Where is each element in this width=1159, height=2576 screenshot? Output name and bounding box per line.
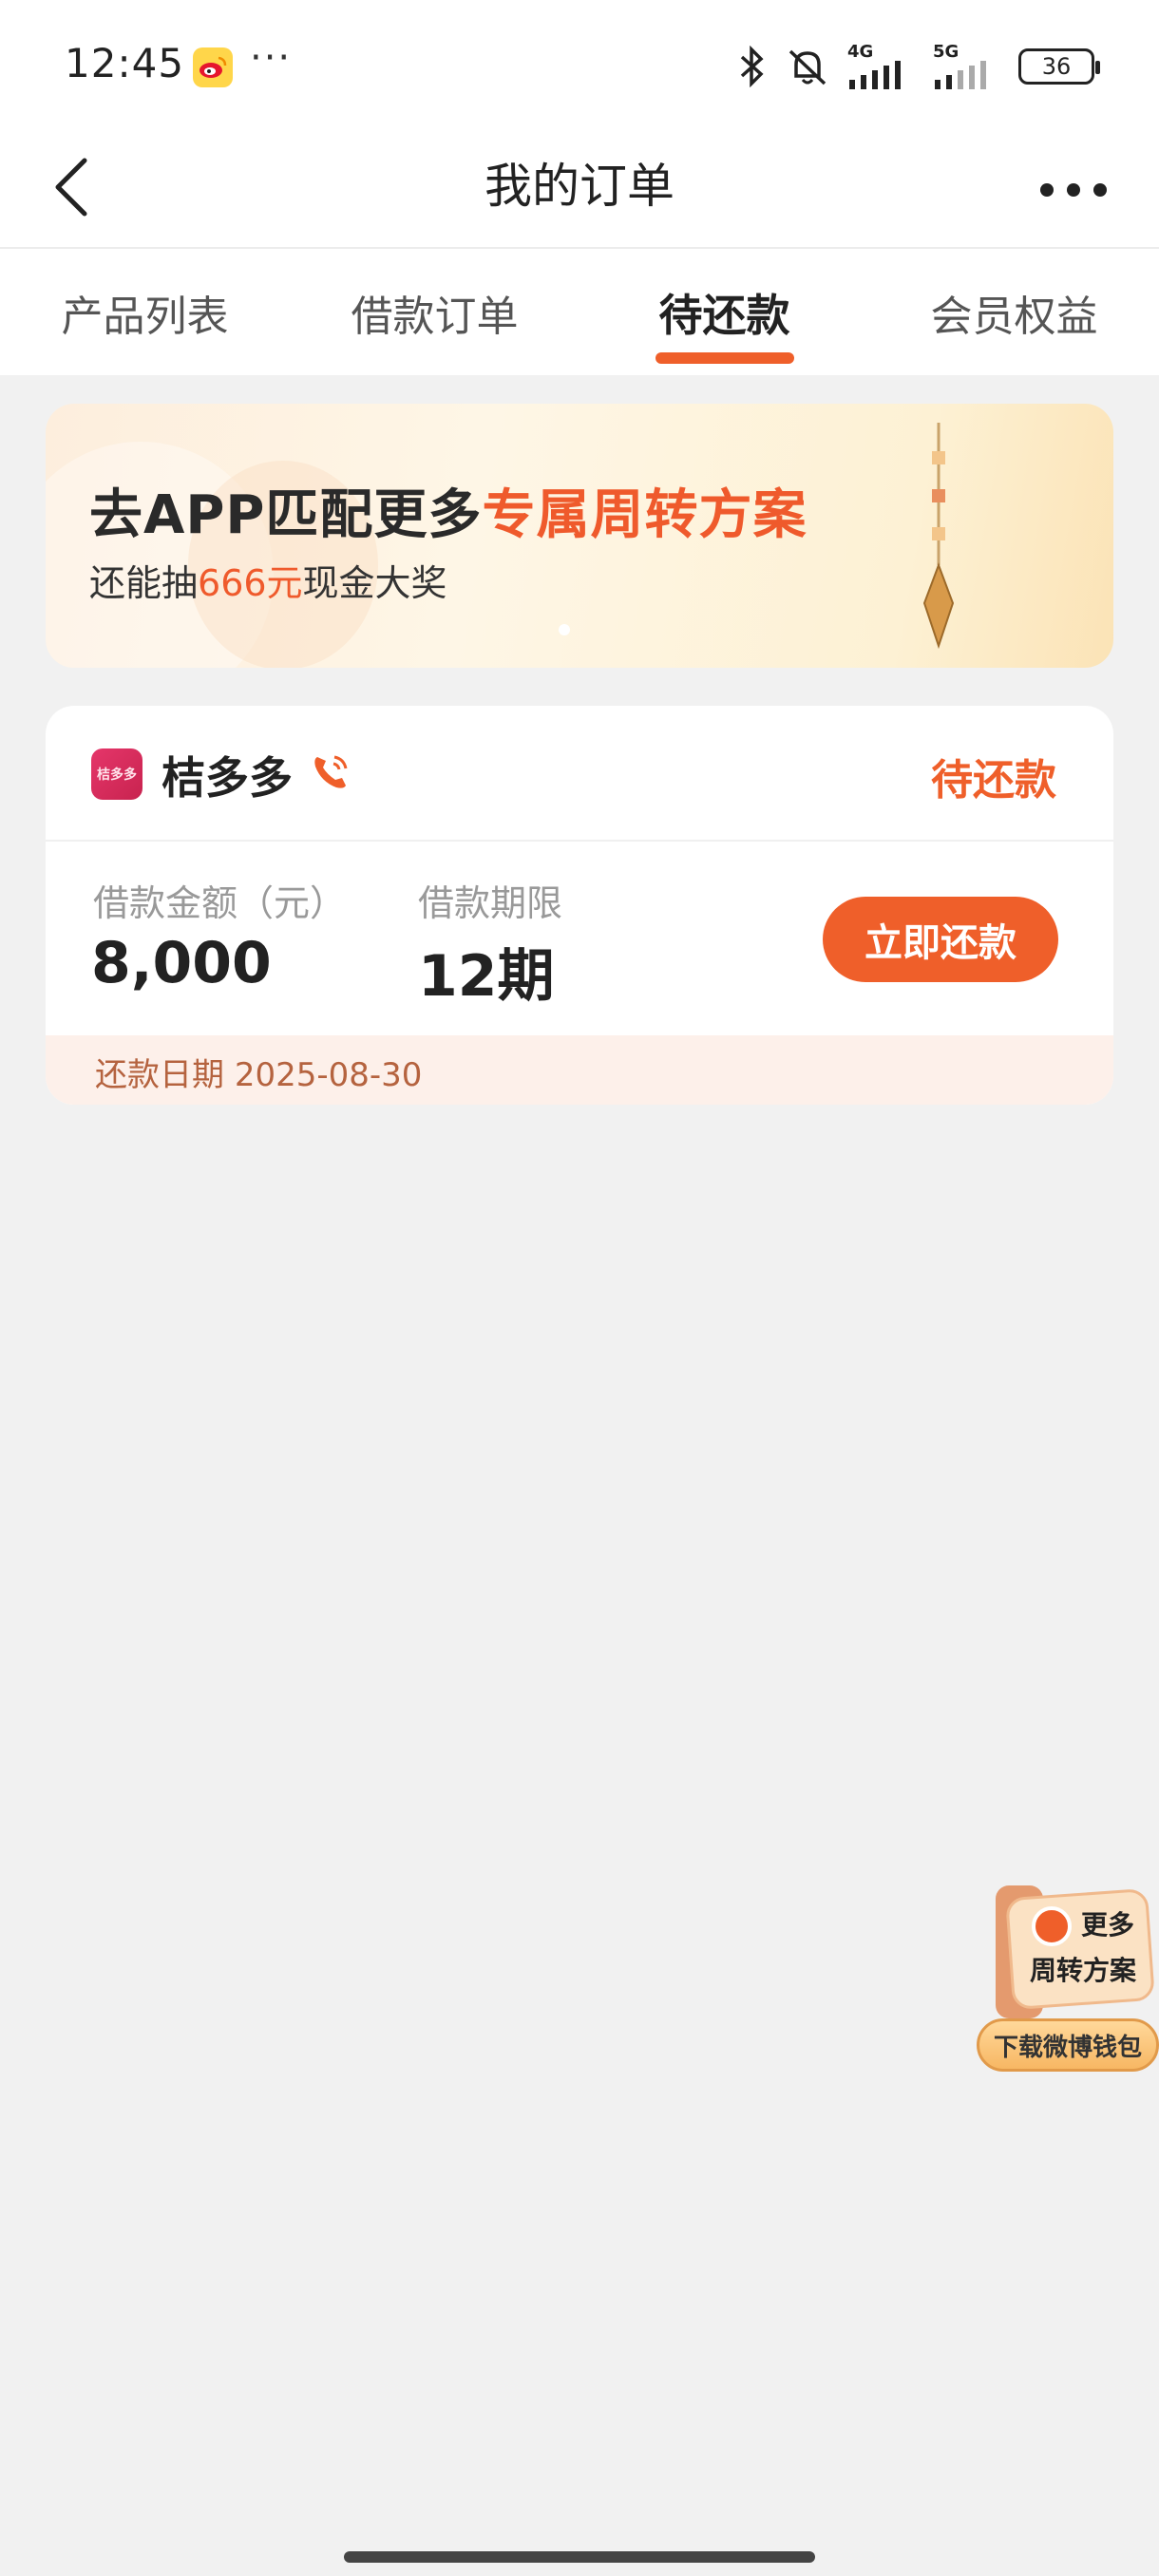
promo-banner[interactable]: 去APP匹配更多专属周转方案 还能抽666元现金大奖 [46, 404, 1113, 668]
battery-icon: 36 [1018, 48, 1100, 85]
amount-value: 8,000 [91, 930, 272, 996]
banner-sub-prefix: 还能抽 [89, 562, 199, 604]
carousel-dot [559, 624, 570, 635]
floating-promo-widget[interactable]: 更多 周转方案 下载微博钱包 [977, 1885, 1159, 2075]
signal-icon [849, 61, 901, 89]
due-date-value: 2025-08-30 [234, 1056, 423, 1094]
tab-pending-repayment[interactable]: 待还款 [580, 249, 869, 375]
status-time: 12:45 [65, 40, 185, 86]
tab-product-list[interactable]: 产品列表 [0, 249, 290, 375]
banner-title-highlight: 专属周转方案 [482, 484, 808, 546]
title-bar: 我的订单 [0, 133, 1159, 247]
banner-subtitle: 还能抽666元现金大奖 [89, 554, 447, 606]
term-label: 借款期限 [418, 882, 563, 924]
tab-label: 待还款 [658, 289, 790, 341]
tab-loan-orders[interactable]: 借款订单 [290, 249, 580, 375]
download-wallet-button[interactable]: 下载微博钱包 [977, 2018, 1159, 2072]
order-card-header: 桔多多 桔多多 待还款 [46, 706, 1113, 842]
banner-sub-highlight: 666元 [198, 562, 303, 604]
repay-now-button[interactable]: 立即还款 [823, 897, 1058, 982]
order-status: 待还款 [931, 756, 1056, 805]
due-date-label: 还款日期 [95, 1056, 224, 1094]
network-label-4g: 4G [847, 42, 874, 62]
product-logo: 桔多多 [91, 748, 142, 800]
tab-label: 会员权益 [930, 292, 1098, 341]
bell-muted-icon [785, 46, 830, 87]
bluetooth-icon [735, 46, 768, 87]
product-logo-text: 桔多多 [97, 767, 137, 783]
top-section: 12:45 ··· 4G 5G 36 我的订单 产品列表 借款订单 待还款 会员… [0, 0, 1159, 375]
due-date: 还款日期 2025-08-30 [95, 1049, 422, 1095]
home-indicator[interactable] [344, 2551, 815, 2563]
more-options-button[interactable] [1026, 157, 1121, 223]
more-dot-icon [1093, 183, 1107, 197]
banner-title: 去APP匹配更多专属周转方案 [89, 472, 807, 549]
page-title: 我的订单 [484, 159, 674, 214]
more-dot-icon [1067, 183, 1080, 197]
network-label-5g: 5G [933, 42, 960, 62]
tab-bar: 产品列表 借款订单 待还款 会员权益 [0, 249, 1159, 375]
pendulum-decoration-icon [922, 423, 955, 650]
tab-member-benefits[interactable]: 会员权益 [869, 249, 1159, 375]
amount-label: 借款金额（元） [93, 882, 347, 924]
status-bar: 12:45 ··· 4G 5G 36 [0, 0, 1159, 133]
wallet-logo-icon [1032, 1906, 1072, 1946]
weibo-icon [193, 47, 233, 87]
signal-4g: 4G [847, 44, 916, 89]
status-icons: 4G 5G 36 [735, 38, 1100, 95]
battery-level: 36 [1041, 53, 1072, 80]
tab-label: 借款订单 [351, 292, 519, 341]
active-tab-indicator [655, 352, 794, 364]
status-more-dots: ··· [250, 36, 293, 80]
term-value: 12期 [418, 943, 555, 1010]
product-name: 桔多多 [162, 752, 293, 804]
banner-sub-suffix: 现金大奖 [302, 562, 447, 604]
signal-icon [935, 61, 986, 89]
tab-label: 产品列表 [61, 292, 229, 341]
signal-5g: 5G [933, 44, 1001, 89]
navigation-bar [0, 2527, 1159, 2576]
order-card[interactable]: 桔多多 桔多多 待还款 借款金额（元） 8,000 借款期限 12期 立即还款 … [46, 706, 1113, 1105]
due-date-bar: 还款日期 2025-08-30 [46, 1035, 1113, 1105]
more-dot-icon [1040, 183, 1054, 197]
phone-icon[interactable] [308, 749, 353, 795]
banner-title-prefix: 去APP匹配更多 [89, 484, 483, 546]
promo-line-1: 更多 [1081, 1909, 1135, 1941]
promo-line-2: 周转方案 [1030, 1955, 1137, 1986]
